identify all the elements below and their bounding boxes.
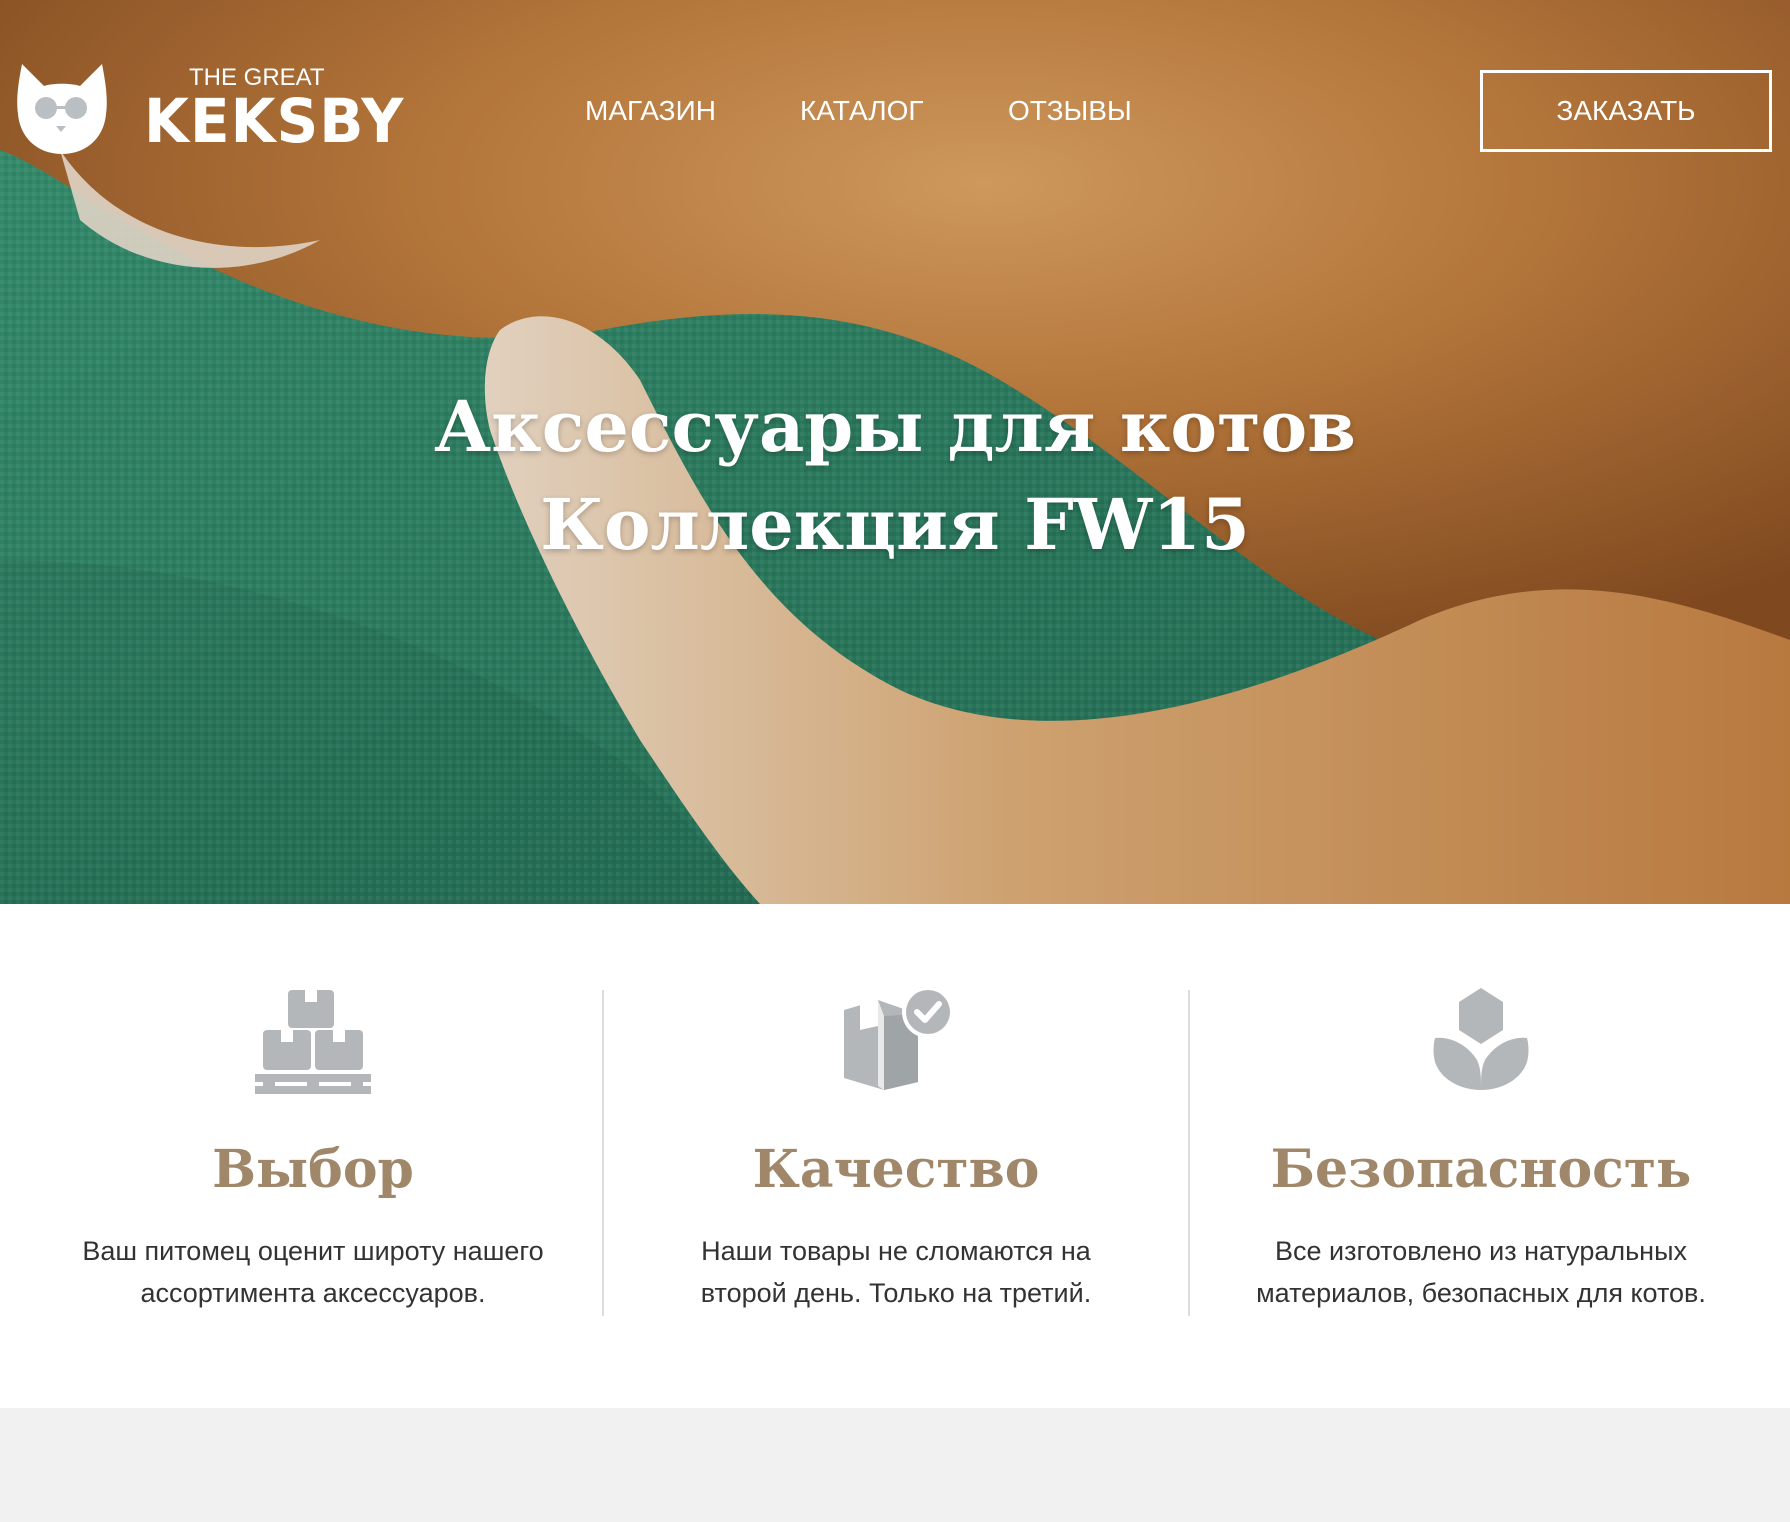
- feature-title: Качество: [752, 1139, 1040, 1200]
- site-header: THE GREAT KEKSBY МАГАЗИН КАТАЛОГ ОТЗЫВЫ …: [0, 0, 1790, 230]
- feature-description: Ваш питомец оценит широту нашего ассорти…: [20, 1230, 606, 1314]
- feature-icon-wrap: [20, 986, 606, 1106]
- nav-item-shop[interactable]: МАГАЗИН: [585, 94, 716, 128]
- feature-description-line: материалов, безопасных для котов.: [1256, 1278, 1706, 1308]
- feature-description-line: Ваш питомец оценит широту нашего: [82, 1236, 544, 1266]
- hero-title-line-1: Аксессуары для котов: [434, 385, 1356, 468]
- feature-icon-wrap: [1188, 986, 1774, 1106]
- hero-title: Аксессуары для котов Коллекция FW15: [0, 378, 1790, 574]
- feature-title: Выбор: [212, 1139, 414, 1200]
- feature-description-line: ассортимента аксессуаров.: [140, 1278, 486, 1308]
- feature-choice: Выбор Ваш питомец оценит широту нашего а…: [20, 904, 606, 1408]
- feature-description-line: Наши товары не сломаются на: [701, 1236, 1091, 1266]
- feature-safety: Безопасность Все изготовлено из натураль…: [1188, 904, 1774, 1408]
- feature-description-line: Все изготовлено из натуральных: [1274, 1236, 1687, 1266]
- feature-icon-wrap: [603, 986, 1189, 1106]
- hero-section: THE GREAT KEKSBY МАГАЗИН КАТАЛОГ ОТЗЫВЫ …: [0, 0, 1790, 904]
- nav-item-reviews[interactable]: ОТЗЫВЫ: [1008, 94, 1132, 128]
- feature-quality: Качество Наши товары не сломаются на вто…: [603, 904, 1189, 1408]
- nav-item-catalog[interactable]: КАТАЛОГ: [800, 94, 924, 128]
- next-section-band: [0, 1408, 1790, 1522]
- feature-description: Наши товары не сломаются на второй день.…: [603, 1230, 1189, 1314]
- features-section: Выбор Ваш питомец оценит широту нашего а…: [0, 904, 1790, 1408]
- feature-description: Все изготовлено из натуральных материало…: [1188, 1230, 1774, 1314]
- box-check-icon: [844, 986, 954, 1090]
- order-button[interactable]: ЗАКАЗАТЬ: [1480, 70, 1772, 152]
- leaf-sprout-icon: [1433, 988, 1529, 1090]
- feature-title: Безопасность: [1270, 1139, 1692, 1200]
- hero-title-line-2: Коллекция FW15: [540, 483, 1250, 566]
- feature-description-line: второй день. Только на третий.: [700, 1278, 1092, 1308]
- pallet-boxes-icon: [255, 990, 371, 1094]
